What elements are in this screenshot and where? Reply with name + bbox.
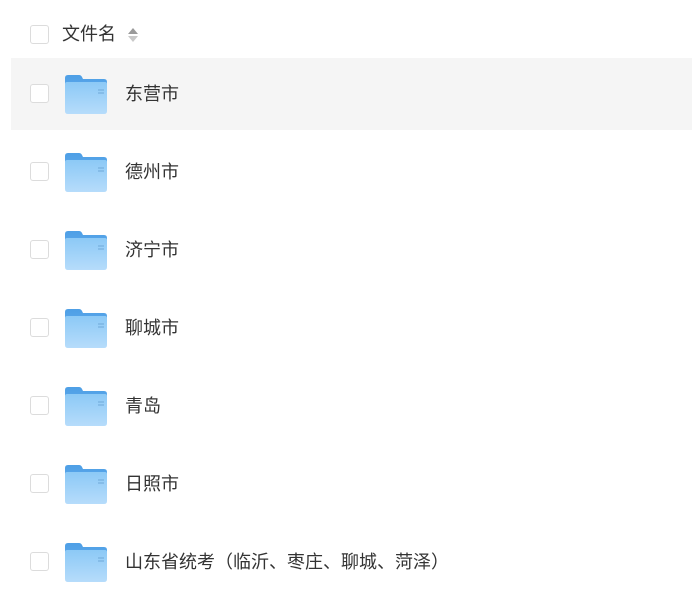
- folder-name[interactable]: 东营市: [125, 82, 179, 108]
- file-list-header: 文件名: [0, 0, 692, 58]
- sort-icon[interactable]: [127, 27, 139, 43]
- folder-icon: [65, 231, 107, 270]
- folder-row-shandong-exam[interactable]: 山东省统考（临沂、枣庄、聊城、菏泽）: [11, 526, 692, 598]
- folder-name[interactable]: 德州市: [125, 160, 179, 186]
- folder-row-qingdao[interactable]: 青岛: [11, 370, 692, 442]
- folder-icon: [65, 543, 107, 582]
- column-header-filename[interactable]: 文件名: [62, 22, 116, 48]
- folder-name[interactable]: 济宁市: [125, 238, 179, 264]
- folder-name[interactable]: 山东省统考（临沂、枣庄、聊城、菏泽）: [125, 550, 449, 576]
- row-checkbox[interactable]: [30, 84, 49, 103]
- row-checkbox[interactable]: [30, 396, 49, 415]
- folder-icon: [65, 153, 107, 192]
- folder-icon: [65, 387, 107, 426]
- folder-row-dongying[interactable]: 东营市: [11, 58, 692, 130]
- row-checkbox[interactable]: [30, 552, 49, 571]
- folder-row-jining[interactable]: 济宁市: [11, 214, 692, 286]
- folder-name[interactable]: 日照市: [125, 472, 179, 498]
- folder-name[interactable]: 青岛: [125, 394, 161, 420]
- folder-icon: [65, 465, 107, 504]
- row-checkbox[interactable]: [30, 240, 49, 259]
- folder-row-dezhou[interactable]: 德州市: [11, 136, 692, 208]
- folder-name[interactable]: 聊城市: [125, 316, 179, 342]
- folder-icon: [65, 75, 107, 114]
- folder-icon: [65, 309, 107, 348]
- folder-row-liaocheng[interactable]: 聊城市: [11, 292, 692, 364]
- select-all-checkbox[interactable]: [30, 25, 49, 44]
- row-checkbox[interactable]: [30, 162, 49, 181]
- folder-row-rizhao[interactable]: 日照市: [11, 448, 692, 520]
- row-checkbox[interactable]: [30, 474, 49, 493]
- row-checkbox[interactable]: [30, 318, 49, 337]
